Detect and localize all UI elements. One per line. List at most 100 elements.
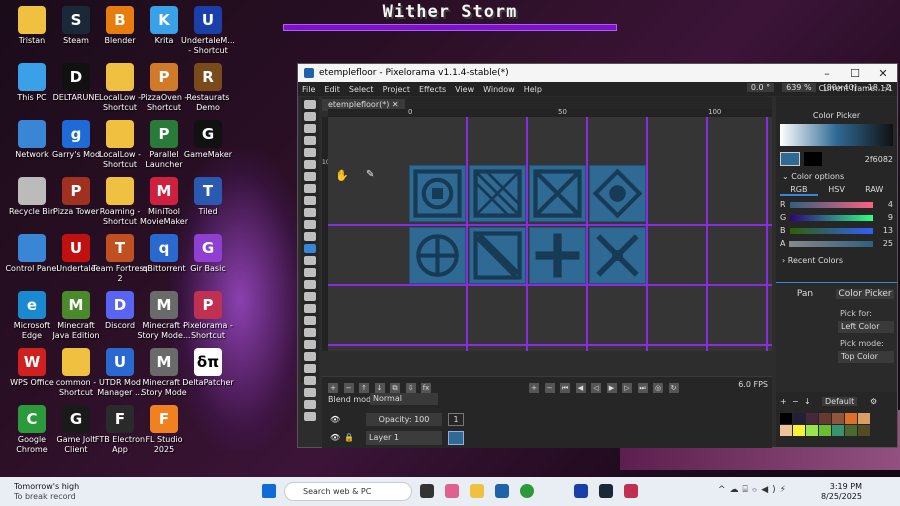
pick-mode-select[interactable]: Top Color (838, 351, 894, 363)
tool-button-icon[interactable] (304, 100, 316, 109)
tab-rgb[interactable]: RGB (780, 185, 818, 196)
move-layer-down-icon[interactable]: ↓ (374, 383, 385, 393)
tiled-taskbar-icon[interactable] (574, 484, 588, 498)
rotation-field[interactable]: 0.0 ° (746, 83, 775, 92)
tool-button-icon[interactable] (304, 148, 316, 157)
menu-select[interactable]: Select (349, 85, 374, 94)
desktop-icon[interactable]: P Pixelorama - Shortcut (180, 291, 236, 341)
slider-value[interactable]: 4 (877, 200, 893, 209)
tab-raw[interactable]: RAW (855, 185, 893, 196)
clock[interactable]: 3:19 PM 8/25/2025 (821, 482, 862, 502)
tool-button-icon[interactable] (304, 376, 316, 385)
current-color-swatch[interactable] (780, 152, 800, 166)
minimize-button[interactable]: – (813, 67, 841, 80)
tool-button-icon[interactable] (304, 388, 316, 397)
copilot-icon[interactable] (445, 484, 459, 498)
slider-value[interactable]: 13 (877, 226, 893, 235)
palette-swatch[interactable] (780, 413, 792, 424)
fps-field[interactable]: 6.0 FPS (738, 380, 768, 389)
previous-frame-icon[interactable]: ◀ (575, 383, 586, 393)
palette-swatch[interactable] (806, 425, 818, 436)
file-explorer-icon[interactable] (470, 484, 484, 498)
tool-button-icon[interactable] (304, 352, 316, 361)
close-button[interactable]: ✕ (869, 67, 897, 80)
layer-row[interactable]: Layer 1 (366, 431, 442, 445)
tool-button-icon[interactable] (304, 172, 316, 181)
tool-button-icon[interactable] (304, 292, 316, 301)
palette-swatch[interactable] (780, 425, 792, 436)
tool-button-icon[interactable] (304, 328, 316, 337)
play-icon[interactable]: ▶ (606, 383, 617, 393)
remove-palette-icon[interactable]: − (792, 397, 799, 406)
tool-button-icon[interactable] (304, 208, 316, 217)
layer-visibility-eye-icon[interactable]: 👁 (330, 433, 340, 442)
remove-frame-icon[interactable]: − (544, 383, 555, 393)
palette-swatch[interactable] (793, 413, 805, 424)
menu-effects[interactable]: Effects (419, 85, 446, 94)
tool-button-icon[interactable] (304, 400, 316, 409)
slider-value[interactable]: 9 (877, 213, 893, 222)
palette-swatch[interactable] (832, 425, 844, 436)
layer-fx-icon[interactable]: fx (421, 383, 431, 393)
secondary-color-swatch[interactable] (804, 152, 822, 166)
color-slider[interactable] (790, 214, 873, 221)
next-frame-icon[interactable]: ▷ (622, 383, 632, 393)
tool-button-icon[interactable] (304, 196, 316, 205)
taskbar-search[interactable]: Search web & PC (284, 482, 412, 501)
play-backwards-icon[interactable]: ◁ (591, 383, 601, 393)
tab-hsv[interactable]: HSV (818, 185, 856, 196)
zoom-field[interactable]: 639 % (782, 83, 816, 92)
windows-start-icon[interactable] (262, 484, 276, 498)
window-titlebar[interactable]: etemplefloor - Pixelorama v1.1.4-stable(… (298, 64, 897, 82)
desktop-icon[interactable]: T Tiled (180, 177, 236, 217)
tool-button-icon[interactable] (304, 160, 316, 169)
tool-button-icon[interactable] (304, 268, 316, 277)
tool-button-icon[interactable] (304, 280, 316, 289)
tool-button-icon[interactable] (304, 340, 316, 349)
palette-down-icon[interactable]: ↓ (804, 397, 811, 406)
visibility-eye-icon[interactable]: 👁 (330, 415, 340, 424)
palette-select[interactable]: Default (822, 397, 858, 406)
menu-window[interactable]: Window (483, 85, 515, 94)
close-tab-icon[interactable]: ✕ (392, 100, 399, 109)
desktop-icon[interactable]: G GameMaker (180, 120, 236, 160)
system-tray[interactable]: ^☁⌸⌔◀)⚡ (718, 485, 790, 495)
menu-help[interactable]: Help (524, 85, 542, 94)
tool-button-icon[interactable] (304, 364, 316, 373)
recent-colors-toggle[interactable]: › Recent Colors (782, 256, 891, 265)
palette-settings-icon[interactable]: ⚙ (870, 397, 877, 406)
frame-cel-thumbnail[interactable] (448, 431, 464, 445)
merge-layer-icon[interactable]: ⇩ (405, 383, 416, 393)
slider-value[interactable]: 25 (877, 239, 893, 248)
layer-lock-icon[interactable]: 🔒 (344, 433, 354, 442)
tool-button-icon[interactable] (304, 184, 316, 193)
add-layer-icon[interactable]: + (328, 383, 338, 393)
desktop-icon[interactable]: R Restaurats Demo (180, 63, 236, 113)
tool-button-icon[interactable] (304, 220, 316, 229)
blend-mode-select[interactable]: Normal (370, 393, 438, 405)
microsoft-store-icon[interactable] (495, 484, 509, 498)
tool-button-icon[interactable] (304, 412, 316, 421)
palette-swatch[interactable] (845, 425, 857, 436)
pixelorama-taskbar-icon[interactable] (624, 484, 638, 498)
chrome-icon[interactable] (520, 484, 534, 498)
task-view-icon[interactable] (420, 484, 434, 498)
maximize-button[interactable]: ☐ (841, 67, 869, 80)
tool-button-icon[interactable] (304, 316, 316, 325)
tool-button-icon[interactable] (304, 256, 316, 265)
tool-button-icon[interactable] (304, 232, 316, 241)
onion-skin-icon[interactable]: ◎ (653, 383, 663, 393)
desktop-icon[interactable]: G Gir Basic (180, 234, 236, 274)
desktop-icon[interactable]: U UndertaleM... - Shortcut (180, 6, 236, 56)
palette-swatch[interactable] (858, 413, 870, 424)
palette-swatch[interactable] (832, 413, 844, 424)
first-frame-icon[interactable]: ⏮ (560, 383, 570, 393)
add-palette-icon[interactable]: + (780, 397, 787, 406)
color-slider[interactable] (789, 227, 873, 234)
color-slider[interactable] (789, 201, 873, 208)
weather-widget[interactable]: Tomorrow's high To break record (14, 482, 79, 502)
add-frame-icon[interactable]: + (529, 383, 539, 393)
remove-layer-icon[interactable]: − (343, 383, 354, 393)
tool-button-icon[interactable] (304, 304, 316, 313)
clone-layer-icon[interactable]: ⧉ (390, 383, 400, 393)
